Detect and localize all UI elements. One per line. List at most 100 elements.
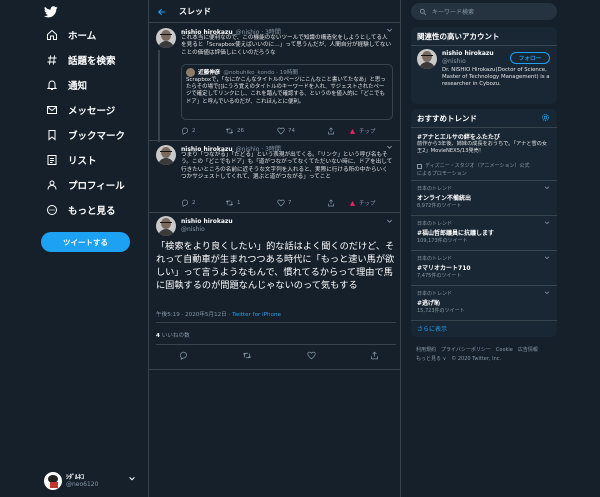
nav-profile-label: プロフィール [68,181,125,192]
nav-home[interactable]: ホーム [44,25,96,45]
nav-bookmarks[interactable]: ブックマーク [44,125,125,145]
twitter-logo-icon[interactable] [44,6,58,18]
nav-messages[interactable]: メッセージ [44,100,115,120]
divider [156,322,396,323]
tip-button[interactable]: チップ [349,199,376,207]
show-more-link[interactable]: さらに表示 [417,324,447,333]
avatar[interactable] [156,145,176,165]
like-button[interactable]: 74 [277,127,327,135]
like-count: 74 [288,128,295,134]
trend-name: #逃げ恥 [417,300,441,307]
quoted-author-name: 近藤伸彦 [198,70,221,76]
divider [149,140,400,141]
tweet-timestamp: 午後5:19 · 2020年5月12日 · Twitter for iPhone [156,310,281,318]
avatar[interactable] [417,49,437,69]
trends-title: おすすめトレンド [417,114,477,123]
who-to-follow-panel: 関連性の高いアカウント nishio hirokazu @nishio フォロー… [411,27,557,104]
nav-more-label: もっと見る [68,206,116,217]
chevron-down-icon[interactable] [544,290,550,296]
nav-lists[interactable]: リスト [44,150,97,170]
avatar[interactable] [156,28,176,48]
likes-label: いいねの数 [161,333,190,339]
trend-item[interactable]: 日本のトレンド #マリオカート710 7,475件のツイート [411,251,557,285]
chevron-down-icon[interactable] [544,185,550,191]
chevron-down-icon[interactable] [386,27,393,34]
divider [411,320,557,321]
envelope-icon [44,102,60,118]
nav-notifications[interactable]: 通知 [44,75,87,95]
suggested-user-handle[interactable]: @nishio [442,58,466,65]
share-icon[interactable] [370,351,379,360]
hashtag-icon [44,52,60,68]
likes-count: 4 [156,333,160,339]
retweet-icon [225,128,234,134]
nav-profile[interactable]: プロフィール [44,175,125,195]
share-button[interactable] [327,199,349,207]
search-input[interactable]: キーワード検索 [432,7,474,16]
trends-panel: おすすめトレンド #アナとエルサの絆をふたたび 前作から3年後、姉妹の成長をおう… [411,109,557,337]
retweet-button[interactable]: 26 [225,127,277,135]
heart-icon[interactable] [307,351,316,360]
quoted-author-handle: @nobuhiko_kondo · 19時間 [223,70,299,76]
footer-links[interactable]: 利用規約 プライバシーポリシー Cookie 広告情報 [416,346,538,353]
nav-more[interactable]: もっと見る [44,200,116,220]
reply-button[interactable]: 2 [181,199,225,207]
trend-name: オンライン不備統出 [417,195,472,202]
bookmark-icon [44,127,60,143]
tweet-author-name[interactable]: nishio hirokazu [181,218,233,225]
suggested-user-bio: Dr. NISHIO Hirokazu(Doctor of Science, M… [442,67,550,87]
share-icon [328,199,334,207]
tip-label: チップ [359,129,376,135]
quoted-tweet[interactable]: 近藤伸彦 @nobuhiko_kondo · 19時間 Scrapboxで，「な… [181,64,393,120]
account-name: ｼﾀﾞﾙﾈｺ [66,474,85,481]
chevron-down-icon[interactable] [386,218,393,225]
reply-count: 2 [192,200,196,206]
avatar[interactable] [156,216,176,236]
likes-summary[interactable]: 4 いいねの数 [156,331,190,339]
thread-line [158,50,160,142]
like-button[interactable]: 7 [277,199,327,207]
nav-explore[interactable]: 話題を検索 [44,50,116,70]
thread-column: スレッド nishio hirokazu @nishio · 3時間 これ本当に… [148,0,401,497]
trend-count: 15,723件のツイート [417,308,465,314]
chevron-down-icon[interactable] [544,255,550,261]
back-arrow-icon[interactable] [157,7,167,17]
tweet-text: これ本当に便利なので、この機能のないツールで知識の構造化をしようとしてる人を見る… [181,35,392,56]
trend-item[interactable]: 日本のトレンド オンライン不備統出 8,972件のツイート [411,181,557,215]
chevron-down-icon[interactable] [544,220,550,226]
account-switcher[interactable]: ｼﾀﾞﾙﾈｺ @neo6120 [44,471,140,491]
tweet-source[interactable]: Twitter for iPhone [232,312,281,318]
search-box[interactable]: キーワード検索 [411,3,557,20]
reply-count: 2 [192,128,196,134]
reply-button[interactable]: 2 [181,127,225,135]
main-tweet-actions [179,351,379,360]
retweet-button[interactable]: 1 [225,199,277,207]
trend-item[interactable]: 日本のトレンド #逃げ恥 15,723件のツイート [411,286,557,320]
tweet-actions: 2 1 7 チップ [181,199,393,207]
settings-gear-icon[interactable] [541,113,550,122]
divider [149,22,400,23]
trend-name: #マリオカート710 [417,265,471,272]
divider [411,45,557,46]
trend-item[interactable]: 日本のトレンド #福山哲郎議員に抗議します 109,173件のツイート [411,216,557,250]
tweet-button[interactable]: ツイートする [41,232,130,252]
reply-icon[interactable] [179,351,188,360]
page-title: スレッド [179,7,211,16]
tweet-author-handle[interactable]: @nishio [181,226,205,233]
trend-item-promoted[interactable]: #アナとエルサの絆をふたたび 前作から3年後、姉妹の成長をおうちで。「アナと雪の… [411,128,557,180]
tweet-time[interactable]: 午後5:19 · 2020年5月12日 · [156,312,232,318]
retweet-icon[interactable] [242,351,252,360]
nav-home-label: ホーム [68,31,97,42]
share-icon [328,127,334,135]
tweet-actions: 2 26 74 チップ [181,127,393,135]
chevron-down-icon[interactable] [386,144,393,151]
follow-button[interactable]: フォロー [510,52,550,64]
tip-button[interactable]: チップ [349,127,376,135]
suggested-user-name[interactable]: nishio hirokazu [442,50,494,57]
heart-icon [277,199,285,207]
tip-label: チップ [359,201,376,207]
reply-icon [181,127,189,135]
footer-copyright[interactable]: もっと見る ∨ © 2020 Twitter, Inc. [416,355,501,362]
nav-lists-label: リスト [68,156,97,167]
share-button[interactable] [327,127,349,135]
